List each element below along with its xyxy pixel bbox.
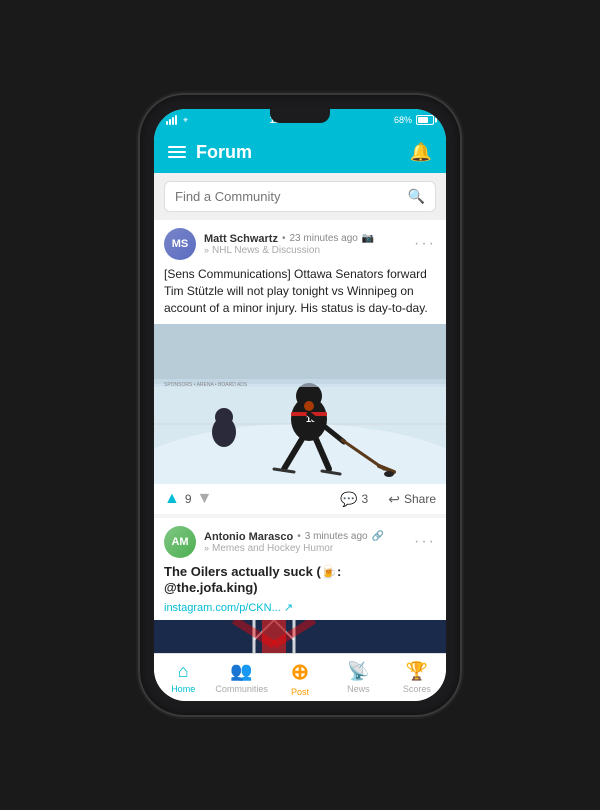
- battery-percent: 68%: [394, 115, 412, 125]
- hamburger-line-1: [168, 146, 186, 148]
- comment-icon-1: 💬: [340, 491, 357, 508]
- avatar-1: MS: [164, 228, 196, 260]
- post-link-text-2: instagram.com/p/CKN...: [164, 602, 281, 614]
- signal-bar-4: [175, 115, 177, 125]
- post-header-left-1: MS Matt Schwartz • 23 minutes ago 📷 »: [164, 228, 374, 260]
- scores-icon: 🏆: [406, 661, 428, 682]
- post-header-1: MS Matt Schwartz • 23 minutes ago 📷 »: [154, 220, 446, 262]
- post-image-2: [154, 620, 446, 653]
- news-icon: 📡: [347, 661, 369, 682]
- community-name-1: NHL News & Discussion: [212, 245, 320, 256]
- community-name-2: Memes and Hockey Humor: [212, 543, 333, 554]
- home-icon: ⌂: [178, 661, 189, 682]
- post-meta-1: Matt Schwartz • 23 minutes ago 📷 » NHL N…: [204, 233, 374, 256]
- avatar-2: AM: [164, 526, 196, 558]
- post-author-row-1: Matt Schwartz • 23 minutes ago 📷: [204, 233, 374, 245]
- upvote-button-1[interactable]: ▲: [164, 490, 180, 508]
- nav-item-news[interactable]: 📡 News: [329, 654, 387, 701]
- bottom-nav: ⌂ Home 👥 Communities ⊕ Post 📡 News 🏆 Sco…: [154, 653, 446, 701]
- app-title: Forum: [196, 142, 252, 163]
- hamburger-line-2: [168, 151, 186, 153]
- post-time-value-1: 23 minutes ago: [289, 233, 357, 244]
- link-icon-2: 🔗: [372, 531, 384, 542]
- post-image-1: 18: [154, 324, 446, 484]
- news-label: News: [347, 684, 370, 694]
- more-options-1[interactable]: ···: [414, 235, 436, 253]
- nav-item-communities[interactable]: 👥 Communities: [212, 654, 270, 701]
- share-icon-1: ↩: [388, 491, 400, 508]
- post-text-1: [Sens Communications] Ottawa Senators fo…: [154, 262, 446, 324]
- post-plus-icon: ⊕: [291, 659, 309, 685]
- comment-group-1[interactable]: 💬 3: [340, 491, 368, 508]
- battery-fill: [418, 117, 428, 123]
- communities-icon: 👥: [230, 661, 252, 682]
- notification-bell-icon[interactable]: 🔔: [410, 142, 432, 163]
- camera-icon-1: 📷: [362, 233, 374, 244]
- comment-count-1: 3: [362, 492, 369, 506]
- hamburger-menu[interactable]: [168, 146, 186, 158]
- share-label-1: Share: [404, 492, 436, 506]
- signal-bar-3: [172, 117, 174, 125]
- phone-screen: ⌖ 12:12 PM 68% Forum 🔔: [154, 109, 446, 701]
- post-text-2: The Oilers actually suck (🍺: @the.jofa.k…: [154, 560, 446, 599]
- post-meta-2: Antonio Marasco • 3 minutes ago 🔗 » Meme…: [204, 531, 384, 554]
- community-row-2: » Memes and Hockey Humor: [204, 543, 384, 554]
- status-right: 68%: [394, 115, 434, 125]
- post-author-2: Antonio Marasco: [204, 531, 293, 543]
- signal-bar-2: [169, 119, 171, 125]
- downvote-button-1[interactable]: ▼: [197, 490, 213, 508]
- search-icon[interactable]: 🔍: [408, 188, 425, 205]
- nav-left: Forum: [168, 142, 252, 163]
- post-author-1: Matt Schwartz: [204, 233, 278, 245]
- search-input[interactable]: [175, 189, 402, 204]
- vote-group-1: ▲ 9 ▼: [164, 490, 212, 508]
- scores-label: Scores: [403, 684, 431, 694]
- phone-notch: [270, 109, 330, 123]
- post-link-2[interactable]: instagram.com/p/CKN... ↗: [154, 599, 446, 620]
- post-separator-2: •: [297, 531, 301, 542]
- post-label: Post: [291, 687, 309, 697]
- community-arrow-1: »: [204, 245, 209, 255]
- battery-icon: [416, 115, 434, 125]
- communities-label: Communities: [215, 684, 268, 694]
- nav-item-scores[interactable]: 🏆 Scores: [388, 654, 446, 701]
- vote-count-1: 9: [185, 492, 192, 506]
- external-link-icon: ↗: [284, 602, 293, 614]
- home-label: Home: [171, 684, 195, 694]
- hockey-svg: 18: [154, 324, 446, 484]
- svg-text:SPONSORS • ARENA • BOARD ADS: SPONSORS • ARENA • BOARD ADS: [164, 382, 248, 388]
- post-time-1: •: [282, 233, 286, 244]
- share-group-1[interactable]: ↩ Share: [388, 491, 436, 508]
- signal-bars: [166, 115, 177, 125]
- post-author-row-2: Antonio Marasco • 3 minutes ago 🔗: [204, 531, 384, 543]
- avatar-img-2: AM: [164, 526, 196, 558]
- nav-item-home[interactable]: ⌂ Home: [154, 654, 212, 701]
- signal-bar-1: [166, 121, 168, 125]
- nav-item-post[interactable]: ⊕ Post: [271, 654, 329, 701]
- hamburger-line-3: [168, 156, 186, 158]
- community-arrow-2: »: [204, 543, 209, 553]
- bottom-image-svg: [154, 620, 446, 653]
- post-header-2: AM Antonio Marasco • 3 minutes ago 🔗 »: [154, 518, 446, 560]
- post-card-2: AM Antonio Marasco • 3 minutes ago 🔗 »: [154, 518, 446, 653]
- post-card-1: MS Matt Schwartz • 23 minutes ago 📷 »: [154, 220, 446, 514]
- community-row-1: » NHL News & Discussion: [204, 245, 374, 256]
- top-nav: Forum 🔔: [154, 131, 446, 173]
- post-actions-1: ▲ 9 ▼ 💬 3 ↩ Share: [154, 484, 446, 514]
- content-area: MS Matt Schwartz • 23 minutes ago 📷 »: [154, 220, 446, 653]
- more-options-2[interactable]: ···: [414, 533, 436, 551]
- search-bar[interactable]: 🔍: [164, 181, 436, 212]
- avatar-img-1: MS: [164, 228, 196, 260]
- post-time-value-2: 3 minutes ago: [305, 531, 368, 542]
- wifi-icon: ⌖: [183, 115, 188, 126]
- phone-frame: ⌖ 12:12 PM 68% Forum 🔔: [140, 95, 460, 715]
- post-header-left-2: AM Antonio Marasco • 3 minutes ago 🔗 »: [164, 526, 384, 558]
- status-left: ⌖: [166, 115, 188, 126]
